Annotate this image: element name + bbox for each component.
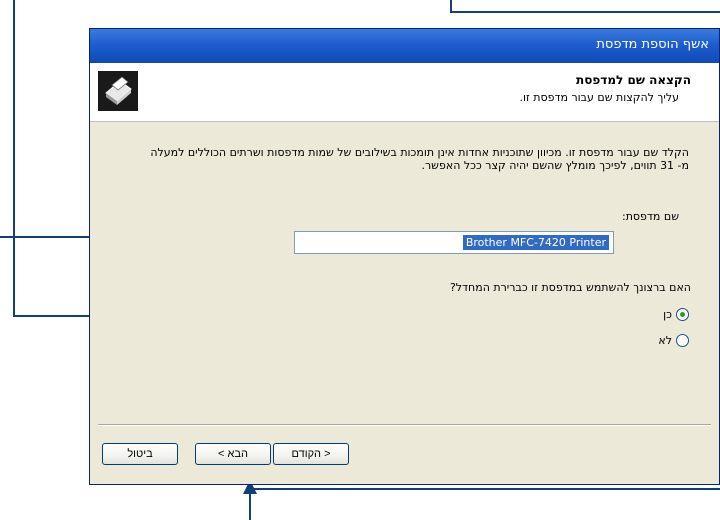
description-text: הקלד שם עבור מדפסת זו. מכיוון שתוכניות א…: [150, 146, 689, 172]
next-button[interactable]: הבא >: [195, 443, 271, 465]
radio-option-yes[interactable]: כן: [663, 306, 689, 322]
radio-label-no: לא: [658, 333, 672, 347]
printer-name-input[interactable]: Brother MFC-7420 Printer: [294, 231, 614, 254]
header-subtitle: עליך להקצות שם עבור מדפסת זו.: [519, 91, 679, 104]
radio-button-no[interactable]: [676, 333, 689, 347]
button-separator: [98, 424, 711, 426]
printer-name-value: Brother MFC-7420 Printer: [462, 235, 609, 250]
radio-label-yes: כן: [663, 307, 672, 321]
radio-option-no[interactable]: לא: [658, 332, 689, 348]
add-printer-wizard: אשף הוספת מדפסת הקצאה שם למדפסת עליך להק…: [89, 28, 720, 485]
callout-line-top-h: [450, 11, 720, 13]
cancel-button[interactable]: ביטול: [102, 443, 178, 465]
callout-line-bottom-v: [249, 494, 251, 520]
window-title: אשף הוספת מדפסת: [596, 37, 709, 52]
radio-button-yes[interactable]: [676, 307, 689, 321]
callout-line-bottom-h: [249, 488, 720, 490]
header-title: הקצאה שם למדפסת: [576, 73, 691, 87]
default-printer-question: האם ברצונך להשתמש במדפסת זו כברירת המחדל…: [449, 281, 691, 294]
wizard-header: הקצאה שם למדפסת עליך להקצות שם עבור מדפס…: [90, 63, 719, 122]
callout-line-left-v: [13, 0, 15, 317]
back-button[interactable]: < הקודם: [273, 443, 349, 465]
printer-name-label: שם מדפסת:: [621, 210, 679, 223]
title-bar[interactable]: אשף הוספת מדפסת: [90, 29, 719, 63]
printer-icon: [98, 71, 138, 111]
